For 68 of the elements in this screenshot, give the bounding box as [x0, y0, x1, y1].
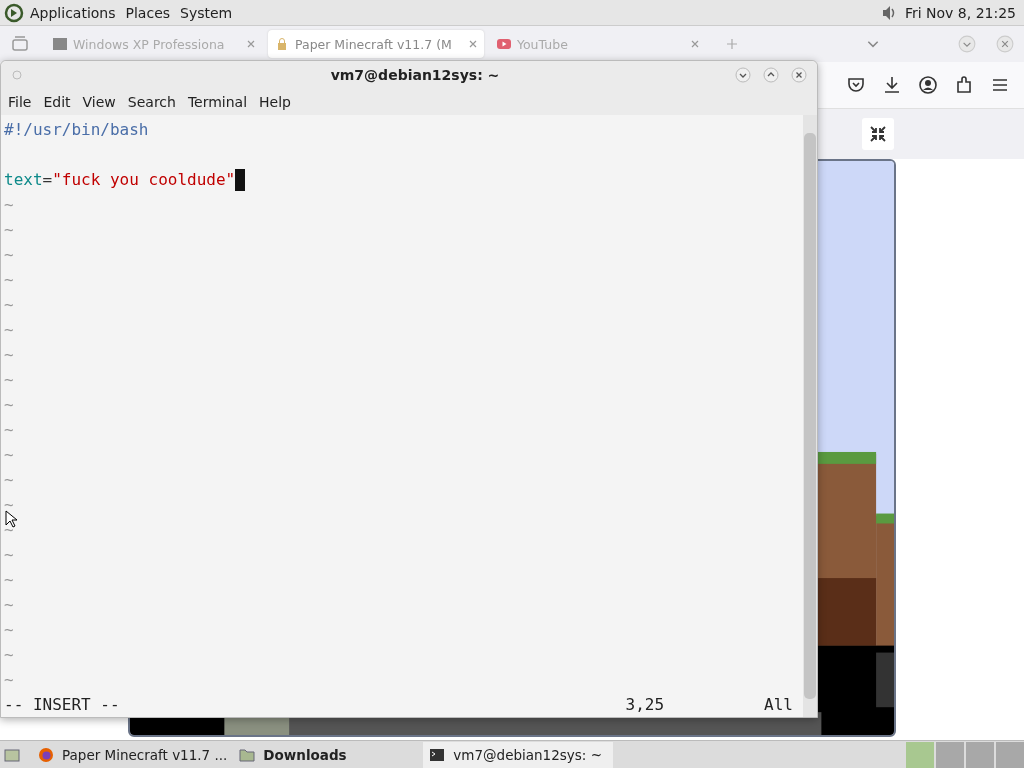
taskbar-item[interactable]: Downloads — [233, 741, 424, 768]
terminal-icon — [429, 746, 446, 763]
empty-line-marker: ~ — [4, 269, 14, 291]
download-icon[interactable] — [882, 75, 902, 95]
empty-line-marker: ~ — [4, 544, 14, 566]
empty-line-marker: ~ — [4, 344, 14, 366]
minimize-icon[interactable] — [958, 35, 976, 53]
workspace[interactable] — [936, 741, 964, 768]
new-tab-icon[interactable] — [726, 38, 738, 50]
empty-line-marker: ~ — [4, 244, 14, 266]
computer-icon — [52, 36, 68, 52]
close-icon[interactable] — [791, 66, 807, 83]
empty-line-marker: ~ — [4, 494, 14, 516]
workspace[interactable] — [996, 741, 1024, 768]
empty-line-marker: ~ — [4, 519, 14, 541]
browser-tab[interactable]: Paper Minecraft v11.7 (M — [268, 30, 484, 58]
close-icon[interactable] — [996, 35, 1014, 53]
empty-line-marker: ~ — [4, 369, 14, 391]
empty-line-marker: ~ — [4, 319, 14, 341]
taskbar-label: Paper Minecraft v11.7 ... — [62, 746, 228, 763]
minimize-icon[interactable] — [735, 66, 751, 83]
empty-line-marker: ~ — [4, 644, 14, 666]
window-menu-icon[interactable] — [11, 68, 23, 81]
empty-line-marker: ~ — [4, 594, 14, 616]
empty-line-marker: ~ — [4, 419, 14, 441]
firefox-icon — [38, 746, 54, 763]
empty-line-marker: ~ — [4, 294, 14, 316]
empty-line-marker: ~ — [4, 194, 14, 216]
exit-fullscreen-icon[interactable] — [862, 118, 894, 150]
cursor-icon — [5, 510, 17, 528]
maximize-icon[interactable] — [763, 66, 779, 83]
empty-line-marker: ~ — [4, 444, 14, 466]
vim-mode: -- INSERT -- — [4, 694, 120, 716]
scrollbar[interactable] — [803, 115, 817, 717]
menu-item[interactable]: View — [82, 93, 116, 110]
menu-item[interactable]: Terminal — [187, 93, 248, 110]
menu-item[interactable]: Help — [259, 93, 291, 110]
play-icon — [496, 36, 512, 52]
menu-item[interactable]: Edit — [43, 93, 71, 110]
empty-line-marker: ~ — [4, 394, 14, 416]
clock[interactable]: Fri Nov 8, 21:25 — [904, 4, 1016, 21]
code-line: #!/usr/bin/bash — [4, 119, 149, 141]
taskbar-item[interactable]: Paper Minecraft v11.7 ... — [32, 741, 234, 768]
empty-line-marker: ~ — [4, 669, 14, 691]
panel-menu[interactable]: Places — [125, 4, 171, 21]
empty-line-marker: ~ — [4, 569, 14, 591]
window-title: vm7@debian12sys: ~ — [329, 66, 501, 83]
empty-line-marker: ~ — [4, 219, 14, 241]
empty-line-marker: ~ — [4, 469, 14, 491]
debian-logo-icon[interactable] — [4, 2, 24, 23]
taskbar-item[interactable]: vm7@debian12sys: ~ — [423, 741, 614, 768]
scroll-position: All — [764, 694, 793, 716]
show-desktop-icon[interactable] — [4, 746, 20, 763]
panel-menu[interactable]: Applications — [30, 4, 116, 21]
menu-item[interactable]: File — [8, 93, 32, 110]
code-line: text="fuck you cooldude" — [4, 169, 236, 191]
taskbar-label: vm7@debian12sys: ~ — [453, 746, 602, 763]
workspace[interactable] — [966, 741, 994, 768]
pocket-icon[interactable] — [846, 75, 866, 95]
close-icon[interactable] — [468, 39, 478, 49]
menu-item[interactable]: Search — [127, 93, 176, 110]
tab-overview-icon[interactable] — [10, 34, 30, 54]
taskbar-label: Downloads — [263, 746, 347, 763]
folder-icon — [239, 746, 256, 763]
cursor-position: 3,25 — [625, 694, 665, 716]
empty-line-marker: ~ — [4, 619, 14, 641]
panel-menu[interactable]: System — [180, 4, 233, 21]
account-icon[interactable] — [918, 75, 938, 95]
